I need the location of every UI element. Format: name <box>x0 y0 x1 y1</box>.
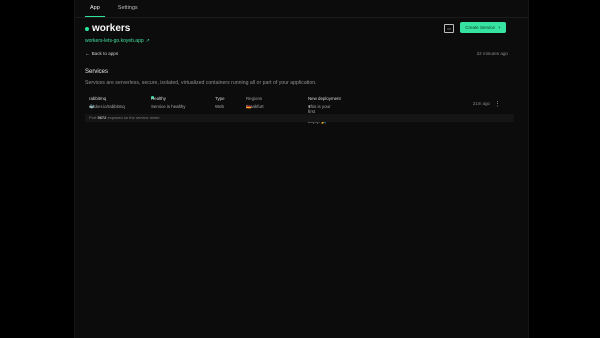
updated-time: 22 minutes ago <box>476 51 508 56</box>
service-name[interactable]: rabbitmq <box>89 96 106 101</box>
create-service-label: Create Service <box>465 25 496 30</box>
deployment-header: New deployment <box>308 96 341 101</box>
tabs-divider <box>75 17 528 18</box>
external-link-icon: ↗ <box>145 38 150 44</box>
app-url-link[interactable]: workers-lets-go.koyeb.app ↗ <box>85 38 150 44</box>
port-number: 5672 <box>97 115 107 120</box>
plus-icon: + <box>498 25 501 30</box>
terminal-button[interactable]: ▭ <box>444 24 454 33</box>
service-table-header: rabbitmq Healthy Type Regions New deploy… <box>89 96 341 101</box>
tab-settings[interactable]: Settings <box>113 3 143 17</box>
type-value: Web <box>215 104 224 109</box>
back-link[interactable]: ← Back to apps <box>85 51 118 56</box>
app-panel: App Settings workers ▭ Create Service + … <box>74 0 529 338</box>
services-description: Services are serverless, secure, isolate… <box>85 80 317 86</box>
arrow-left-icon: ← <box>85 51 90 56</box>
deploy-time: 21m ago <box>472 101 490 106</box>
more-options-icon[interactable]: ⋮ <box>494 100 501 108</box>
tab-bar: App Settings <box>85 3 143 17</box>
service-row[interactable]: 🐳 docker.io/rabbitmq Service is healthy … <box>75 104 528 124</box>
status-text: Service is healthy <box>151 104 186 109</box>
services-title: Services <box>85 69 109 75</box>
type-header: Type <box>215 96 225 101</box>
regions-header: Regions <box>246 96 263 101</box>
app-url: workers-lets-go.koyeb.app <box>85 38 144 44</box>
port-status-bar: Port 5672 exposed on the service mesh <box>85 114 514 122</box>
terminal-icon: ▭ <box>447 26 451 31</box>
page-title: workers <box>92 23 131 34</box>
tab-app[interactable]: App <box>85 3 105 17</box>
status-dot <box>85 26 89 31</box>
app-title-row: workers <box>85 23 130 34</box>
back-label: Back to apps <box>91 51 119 56</box>
create-service-button[interactable]: Create Service + <box>460 22 506 33</box>
